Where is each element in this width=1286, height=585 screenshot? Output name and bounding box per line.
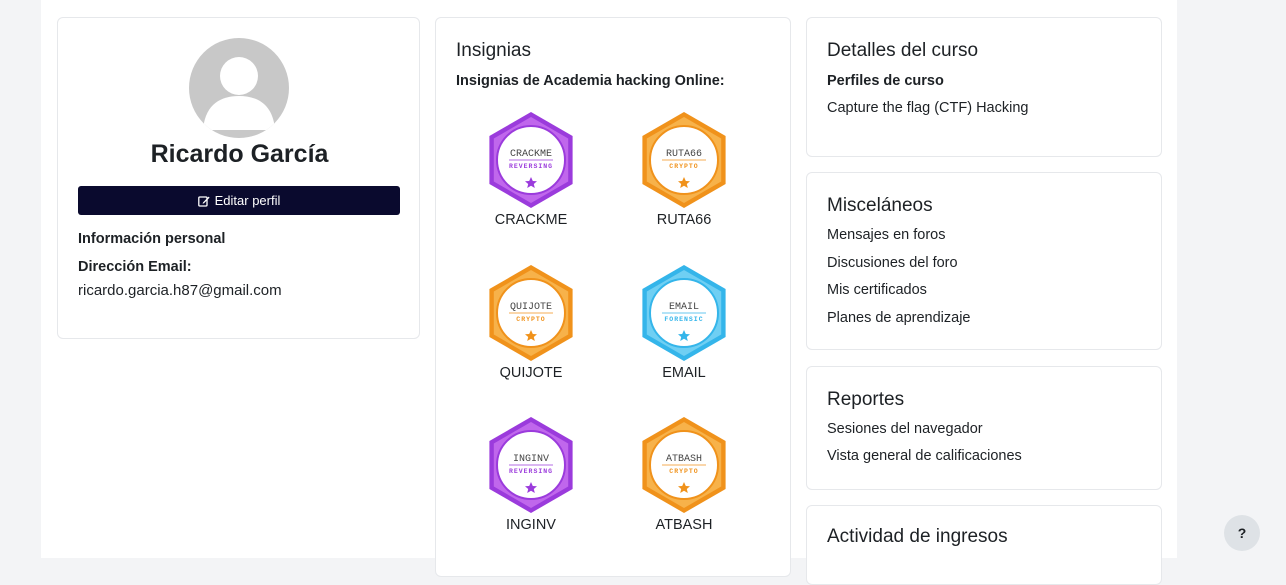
- svg-text:FORENSIC: FORENSIC: [664, 316, 703, 323]
- avatar[interactable]: [189, 38, 289, 138]
- reports-title: Reportes: [827, 389, 905, 410]
- badge-label: ATBASH: [655, 517, 713, 533]
- svg-text:CRACKME: CRACKME: [510, 149, 552, 160]
- badge-inginv[interactable]: INGINV REVERSING INGINV: [471, 415, 591, 555]
- email-value: ricardo.garcia.h87@gmail.com: [78, 282, 282, 299]
- svg-text:QUIJOTE: QUIJOTE: [510, 302, 552, 313]
- badge-label: INGINV: [506, 517, 556, 533]
- svg-text:CRYPTO: CRYPTO: [516, 316, 545, 323]
- svg-text:EMAIL: EMAIL: [669, 302, 699, 313]
- badge-atbash[interactable]: ATBASH CRYPTO ATBASH: [624, 415, 744, 555]
- forum-posts-link[interactable]: Mensajes en foros: [827, 227, 945, 243]
- badges-title: Insignias: [456, 40, 531, 61]
- svg-text:RUTA66: RUTA66: [666, 149, 702, 160]
- badge-label: QUIJOTE: [499, 365, 563, 381]
- reports-card: Reportes Sesiones del navegador Vista ge…: [806, 366, 1162, 490]
- badge-hexagon-icon: QUIJOTE CRYPTO: [489, 265, 573, 361]
- help-button[interactable]: ?: [1224, 515, 1260, 551]
- badge-hexagon-icon: ATBASH CRYPTO: [642, 417, 726, 513]
- edit-profile-button[interactable]: Editar perfil: [78, 186, 400, 215]
- personal-info-heading: Información personal: [78, 231, 226, 247]
- login-activity-card: Actividad de ingresos: [806, 505, 1162, 585]
- badge-crackme[interactable]: CRACKME REVERSING CRACKME: [471, 110, 591, 250]
- certificates-link[interactable]: Mis certificados: [827, 282, 927, 298]
- profile-card: Ricardo García Editar perfil Información…: [57, 17, 420, 339]
- svg-text:INGINV: INGINV: [513, 454, 549, 465]
- badge-label: CRACKME: [494, 212, 568, 228]
- badge-hexagon-icon: RUTA66 CRYPTO: [642, 112, 726, 208]
- badge-hexagon-icon: INGINV REVERSING: [489, 417, 573, 513]
- user-silhouette-icon: [203, 57, 275, 130]
- svg-text:CRYPTO: CRYPTO: [669, 468, 698, 475]
- svg-text:REVERSING: REVERSING: [509, 163, 553, 170]
- course-details-card: Detalles del curso Perfiles de curso Cap…: [806, 17, 1162, 157]
- badges-subtitle: Insignias de Academia hacking Online:: [456, 73, 725, 89]
- login-activity-title: Actividad de ingresos: [827, 526, 1008, 547]
- misc-title: Misceláneos: [827, 195, 933, 216]
- badge-quijote[interactable]: QUIJOTE CRYPTO QUIJOTE: [471, 263, 591, 403]
- browser-sessions-link[interactable]: Sesiones del navegador: [827, 421, 983, 437]
- badge-email[interactable]: EMAIL FORENSIC EMAIL: [624, 263, 744, 403]
- badge-label: RUTA66: [656, 212, 712, 228]
- svg-text:REVERSING: REVERSING: [509, 468, 553, 475]
- svg-text:ATBASH: ATBASH: [666, 454, 702, 465]
- misc-card: Misceláneos Mensajes en foros Discusione…: [806, 172, 1162, 350]
- course-details-title: Detalles del curso: [827, 40, 979, 61]
- forum-discussions-link[interactable]: Discusiones del foro: [827, 255, 958, 271]
- edit-icon: [197, 195, 210, 207]
- badge-hexagon-icon: EMAIL FORENSIC: [642, 265, 726, 361]
- badge-hexagon-icon: CRACKME REVERSING: [489, 112, 573, 208]
- grades-overview-link[interactable]: Vista general de calificaciones: [827, 448, 1022, 464]
- badge-label: EMAIL: [662, 365, 706, 381]
- svg-text:CRYPTO: CRYPTO: [669, 163, 698, 170]
- badge-ruta66[interactable]: RUTA66 CRYPTO RUTA66: [624, 110, 744, 250]
- profile-name: Ricardo García: [150, 140, 329, 168]
- badges-card: Insignias Insignias de Academia hacking …: [435, 17, 791, 577]
- edit-profile-label: Editar perfil: [214, 193, 281, 208]
- course-link[interactable]: Capture the flag (CTF) Hacking: [827, 100, 1028, 116]
- email-label: Dirección Email:: [78, 259, 192, 275]
- course-profiles-label: Perfiles de curso: [827, 73, 944, 89]
- learning-plans-link[interactable]: Planes de aprendizaje: [827, 310, 971, 326]
